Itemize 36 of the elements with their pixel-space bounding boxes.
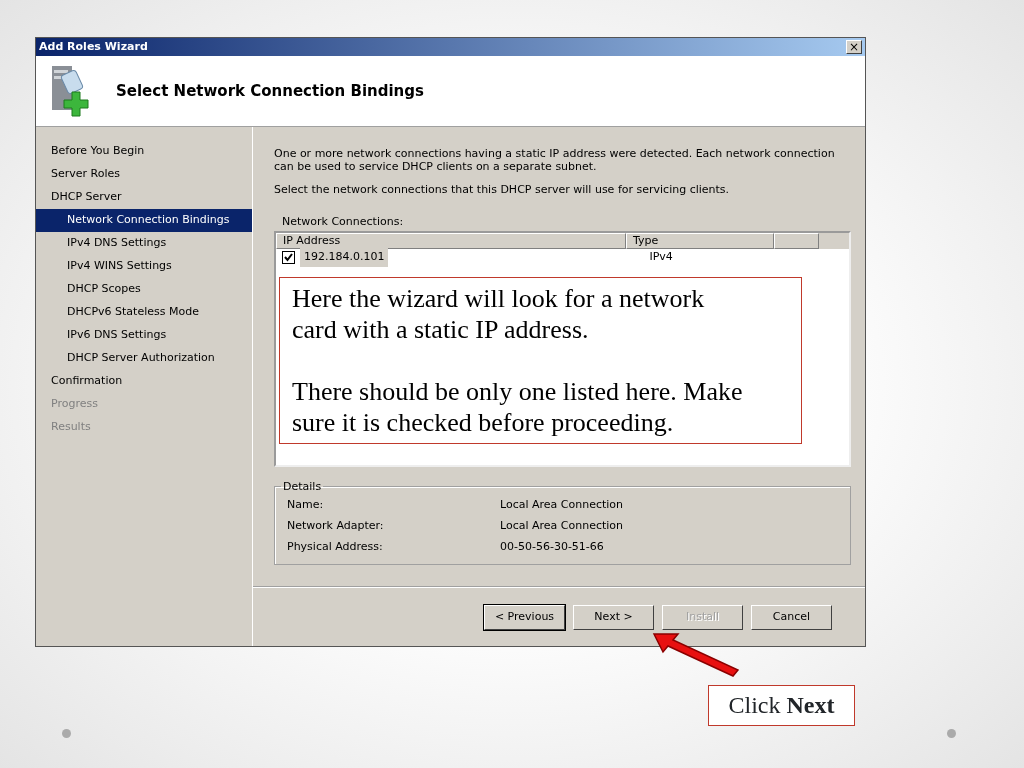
type-cell: IPv4 <box>649 249 673 266</box>
step-item[interactable]: IPv4 DNS Settings <box>36 232 252 255</box>
callout-text: Here the wizard will look for a network card with a static IP address. <box>292 283 706 345</box>
step-item[interactable]: Confirmation <box>36 370 252 393</box>
ip-address: 192.184.0.101 <box>300 248 389 267</box>
wizard-button[interactable]: Next > <box>573 604 654 630</box>
step-item[interactable]: DHCP Server <box>36 186 252 209</box>
group-title: Details <box>282 480 323 493</box>
close-button[interactable]: × <box>846 40 862 54</box>
checkbox[interactable] <box>282 251 295 264</box>
step-item[interactable]: DHCP Server Authorization <box>36 347 252 370</box>
step-item[interactable]: Server Roles <box>36 163 252 186</box>
detail-label: Network Adapter: <box>287 517 385 534</box>
step-item[interactable]: IPv4 WINS Settings <box>36 255 252 278</box>
wizard-button[interactable]: < Previous <box>484 604 565 630</box>
detail-label: Physical Address: <box>287 538 384 555</box>
step-item[interactable]: DHCP Scopes <box>36 278 252 301</box>
detail-value: 00-50-56-30-51-66 <box>500 538 604 555</box>
step-item[interactable]: Network Connection Bindings <box>36 209 252 232</box>
detail-value: Local Area Connection <box>500 517 624 534</box>
column-header[interactable]: Type <box>626 232 774 249</box>
hint-label: Click Next <box>708 685 855 726</box>
slide-dot <box>62 729 71 738</box>
step-item[interactable]: IPv6 DNS Settings <box>36 324 252 347</box>
description-text: Select the network connections that this DHCP server will use for servicing clients. <box>274 183 731 196</box>
callout-text: There should be only one listed here. Make sure it is checked before proceeding. <box>292 376 744 438</box>
description-text: One or more network connections having a static IP address were detected. Each network connection can be used to service DHCP clients on a separate subnet. <box>274 147 836 173</box>
step-item[interactable]: Before You Begin <box>36 140 252 163</box>
step-item[interactable]: DHCPv6 Stateless Mode <box>36 301 252 324</box>
wizard-button[interactable]: Cancel <box>751 604 832 630</box>
list-label: Network Connections: <box>282 214 405 230</box>
detail-label: Name: <box>287 496 325 513</box>
window-title: Add Roles Wizard <box>39 38 148 55</box>
detail-value: Local Area Connection <box>500 496 624 513</box>
page-heading: Select Network Connection Bindings <box>116 82 424 100</box>
slide-dot <box>947 729 956 738</box>
